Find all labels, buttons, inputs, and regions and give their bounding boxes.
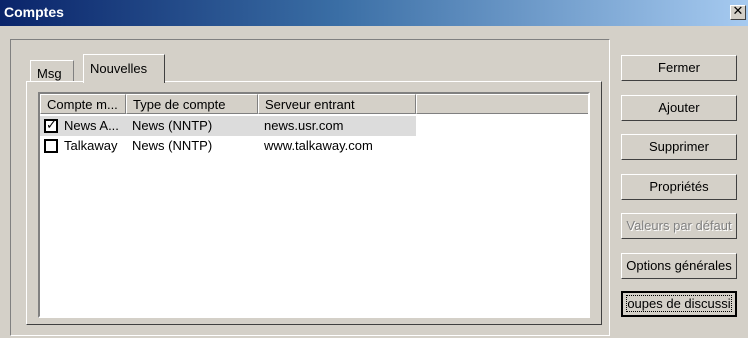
- row-account-type: News (NNTP): [132, 138, 213, 153]
- column-header-server[interactable]: Serveur entrant: [258, 94, 416, 114]
- row-checkbox[interactable]: ✓: [44, 119, 58, 133]
- list-row[interactable]: ✓ News A... News (NNTP) news.usr.com: [40, 116, 588, 136]
- delete-button-label: Supprimer: [649, 139, 709, 154]
- tab-msg[interactable]: Msg: [30, 60, 74, 82]
- row-account-name: Talkaway: [64, 138, 118, 153]
- window-title: Comptes: [4, 4, 64, 20]
- row-checkbox[interactable]: [44, 139, 58, 153]
- close-dialog-button-label: Fermer: [658, 60, 700, 75]
- row-account-name: News A...: [64, 118, 119, 133]
- accounts-list[interactable]: Compte m... Type de compte Serveur entra…: [38, 92, 590, 318]
- close-icon: ✕: [732, 4, 744, 19]
- row-incoming-server: news.usr.com: [264, 118, 344, 133]
- tab-msg-label: Msg: [37, 66, 62, 81]
- column-header-type[interactable]: Type de compte: [126, 94, 258, 114]
- close-button[interactable]: ✕: [730, 5, 746, 20]
- properties-button[interactable]: Propriétés: [621, 174, 737, 200]
- list-header: Compte m... Type de compte Serveur entra…: [40, 94, 588, 114]
- add-button[interactable]: Ajouter: [621, 95, 737, 121]
- close-dialog-button[interactable]: Fermer: [621, 55, 737, 81]
- row-account-type: News (NNTP): [132, 118, 213, 133]
- checkmark-icon: ✓: [46, 118, 57, 133]
- tab-nouvelles-label: Nouvelles: [90, 61, 148, 76]
- column-header-spacer: [416, 94, 588, 114]
- properties-button-label: Propriétés: [649, 179, 709, 194]
- tab-nouvelles[interactable]: Nouvelles: [83, 54, 165, 83]
- row-incoming-server: www.talkaway.com: [264, 138, 373, 153]
- set-default-button[interactable]: Valeurs par défaut: [621, 213, 737, 239]
- newsgroups-button[interactable]: oupes de discussi: [621, 291, 737, 317]
- delete-button[interactable]: Supprimer: [621, 134, 737, 160]
- set-default-button-label: Valeurs par défaut: [626, 218, 732, 233]
- add-button-label: Ajouter: [658, 100, 700, 115]
- column-header-account[interactable]: Compte m...: [40, 94, 126, 114]
- list-row[interactable]: Talkaway News (NNTP) www.talkaway.com: [40, 136, 588, 156]
- title-bar: Comptes ✕: [0, 0, 748, 26]
- newsgroups-button-label: oupes de discussi: [626, 295, 732, 312]
- general-options-button-label: Options générales: [626, 258, 732, 273]
- general-options-button[interactable]: Options générales: [621, 253, 737, 279]
